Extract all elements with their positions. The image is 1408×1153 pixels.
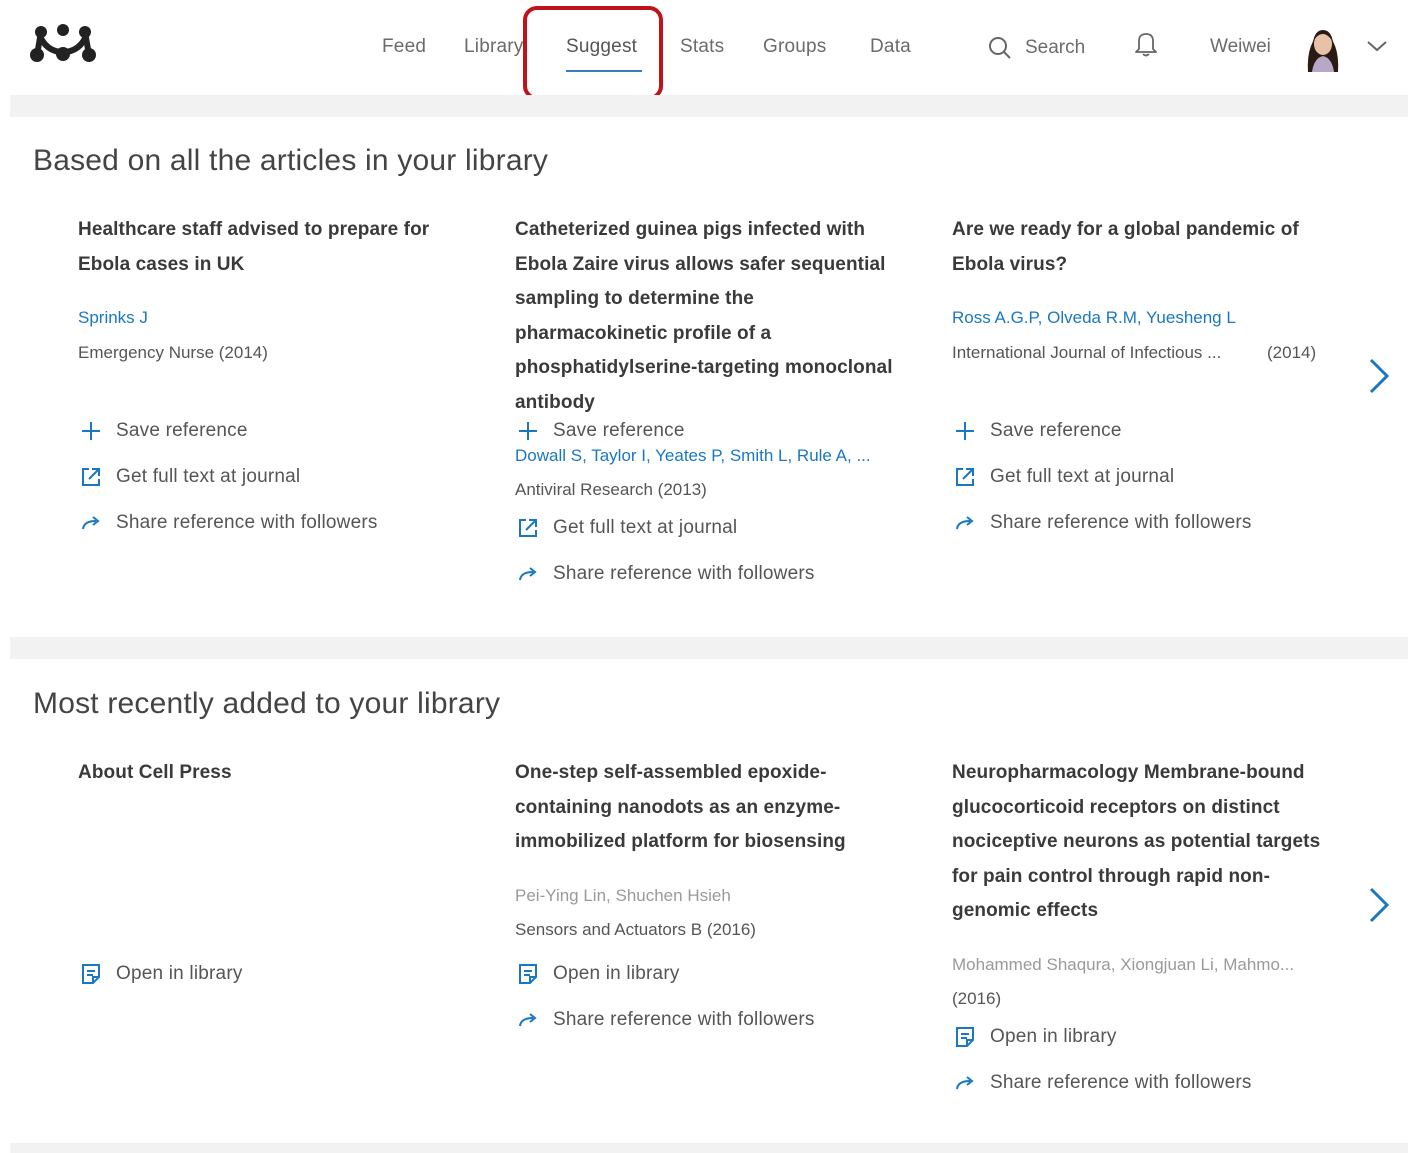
save-reference-button[interactable]: Save reference <box>952 418 1122 444</box>
nav-data[interactable]: Data <box>870 36 911 58</box>
share-arrow-icon <box>519 1013 537 1027</box>
open-in-library-button[interactable]: Open in library <box>78 961 243 987</box>
action-label: Save reference <box>116 420 248 441</box>
username[interactable]: Weiwei <box>1210 36 1271 58</box>
article-title[interactable]: One-step self-assembled epoxide-containi… <box>515 756 905 860</box>
action-label: Open in library <box>990 1026 1117 1047</box>
share-arrow-icon <box>956 1076 974 1090</box>
mendeley-logo[interactable] <box>30 24 98 64</box>
share-reference-button[interactable]: Share reference with followers <box>515 561 815 587</box>
chevron-right-icon[interactable] <box>1367 356 1391 396</box>
action-label: Get full text at journal <box>990 466 1175 487</box>
action-label: Save reference <box>553 420 685 441</box>
article-journal: International Journal of Infectious ... <box>952 343 1222 362</box>
action-label: Share reference with followers <box>116 512 378 533</box>
article-year: (2014) <box>1267 343 1317 362</box>
article-authors: Mohammed Shaqura, Xiongjuan Li, Mahmo... <box>952 955 1295 974</box>
action-label: Get full text at journal <box>116 466 301 487</box>
divider-band <box>10 95 1408 117</box>
chevron-right-icon[interactable] <box>1367 885 1391 925</box>
section-title-recent: Most recently added to your library <box>33 687 501 720</box>
action-label: Share reference with followers <box>553 1009 815 1030</box>
nav-feed[interactable]: Feed <box>382 36 426 58</box>
article-authors[interactable]: Dowall S, Taylor I, Yeates P, Smith L, R… <box>515 446 871 466</box>
share-reference-button[interactable]: Share reference with followers <box>952 1070 1252 1096</box>
plus-icon <box>519 422 537 440</box>
get-full-text-button[interactable]: Get full text at journal <box>78 464 300 490</box>
action-label: Share reference with followers <box>990 1072 1252 1093</box>
document-icon <box>956 1027 974 1047</box>
chevron-down-icon[interactable] <box>1366 38 1388 54</box>
bell-icon[interactable] <box>1133 30 1159 58</box>
avatar[interactable] <box>1300 22 1346 72</box>
action-label: Save reference <box>990 420 1122 441</box>
open-in-library-button[interactable]: Open in library <box>515 961 680 987</box>
external-link-icon <box>82 468 100 486</box>
search-icon <box>989 37 1011 59</box>
suggest-highlight-annotation <box>523 6 663 100</box>
share-arrow-icon <box>956 516 974 530</box>
search-button[interactable]: Search <box>987 34 1085 62</box>
divider-band <box>10 637 1408 659</box>
get-full-text-button[interactable]: Get full text at journal <box>515 515 737 541</box>
external-link-icon <box>956 468 974 486</box>
article-title[interactable]: Catheterized guinea pigs infected with E… <box>515 213 905 420</box>
action-label: Open in library <box>116 963 243 984</box>
external-link-icon <box>519 519 537 537</box>
article-authors[interactable]: Sprinks J <box>78 308 148 328</box>
article-journal: Antiviral Research (2013) <box>515 480 707 499</box>
action-label: Share reference with followers <box>553 563 815 584</box>
document-icon <box>82 964 100 984</box>
share-arrow-icon <box>82 516 100 530</box>
document-icon <box>519 964 537 984</box>
plus-icon <box>956 422 974 440</box>
article-title[interactable]: Are we ready for a global pandemic of Eb… <box>952 213 1342 282</box>
article-title[interactable]: Neuropharmacology Membrane-bound glucoco… <box>952 756 1342 929</box>
divider-band <box>10 1143 1408 1153</box>
nav-stats[interactable]: Stats <box>680 36 724 58</box>
section-title-suggestions: Based on all the articles in your librar… <box>33 144 549 177</box>
search-label: Search <box>1025 37 1086 58</box>
article-authors: Pei-Ying Lin, Shuchen Hsieh <box>515 886 731 905</box>
article-title[interactable]: Healthcare staff advised to prepare for … <box>78 213 468 282</box>
article-journal: Emergency Nurse (2014) <box>78 343 268 362</box>
action-label: Get full text at journal <box>553 517 738 538</box>
nav-library[interactable]: Library <box>464 36 526 58</box>
share-reference-button[interactable]: Share reference with followers <box>78 510 378 536</box>
article-authors[interactable]: Ross A.G.P, Olveda R.M, Yuesheng L <box>952 308 1236 328</box>
action-label: Open in library <box>553 963 680 984</box>
action-label: Share reference with followers <box>990 512 1252 533</box>
get-full-text-button[interactable]: Get full text at journal <box>952 464 1174 490</box>
open-in-library-button[interactable]: Open in library <box>952 1024 1117 1050</box>
nav-groups[interactable]: Groups <box>763 36 827 58</box>
share-arrow-icon <box>519 567 537 581</box>
save-reference-button[interactable]: Save reference <box>78 418 248 444</box>
article-journal: (2016) <box>952 989 1002 1008</box>
top-navigation: Feed Library Suggest Stats Groups Data S… <box>0 0 1408 100</box>
share-reference-button[interactable]: Share reference with followers <box>952 510 1252 536</box>
plus-icon <box>82 422 100 440</box>
article-title[interactable]: About Cell Press <box>78 756 468 791</box>
share-reference-button[interactable]: Share reference with followers <box>515 1007 815 1033</box>
article-journal: Sensors and Actuators B (2016) <box>515 920 756 939</box>
save-reference-button[interactable]: Save reference <box>515 418 685 444</box>
